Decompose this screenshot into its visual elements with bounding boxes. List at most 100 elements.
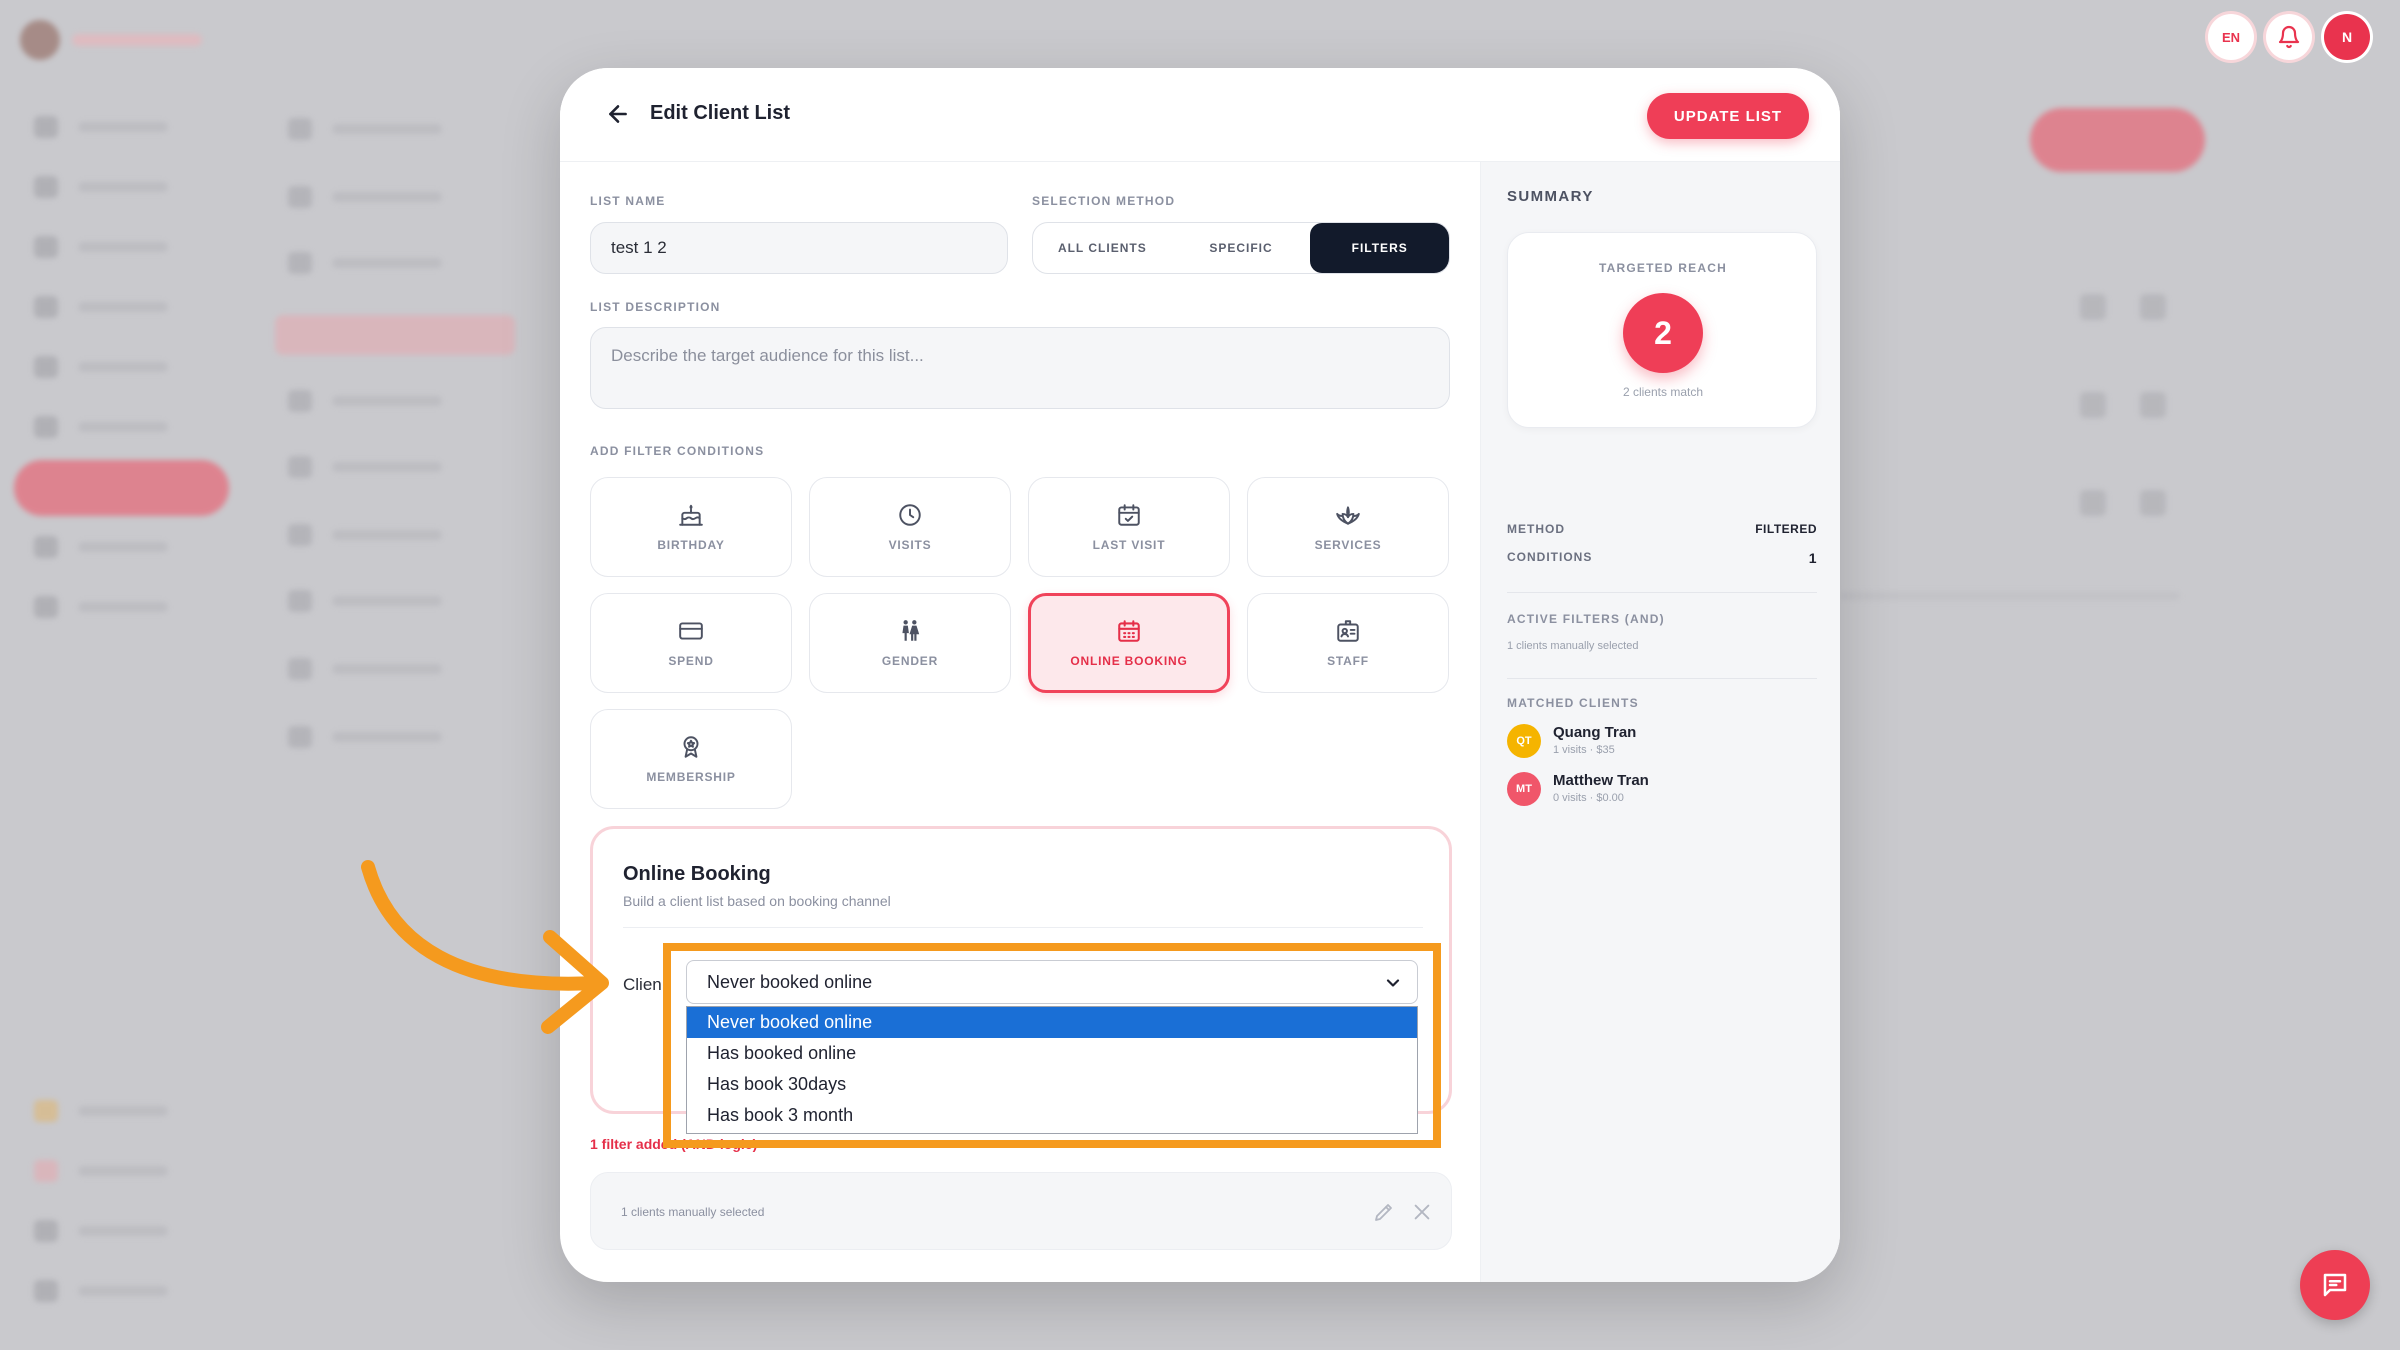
highlight-box: [663, 943, 1441, 1148]
filter-gender[interactable]: GENDER: [809, 593, 1011, 693]
filter-staff[interactable]: STAFF: [1247, 593, 1449, 693]
back-button[interactable]: [600, 96, 636, 132]
filter-birthday[interactable]: BIRTHDAY: [590, 477, 792, 577]
background-sub-item: [288, 252, 468, 274]
background-sub-item: [288, 590, 468, 612]
remove-selection-button[interactable]: [1407, 1197, 1437, 1227]
filter-label: ONLINE BOOKING: [1070, 654, 1188, 668]
targeted-reach-label: TARGETED REACH: [1599, 261, 1727, 275]
active-filters-label: ACTIVE FILTERS (AND): [1507, 612, 1665, 626]
summary-divider: [1507, 678, 1817, 679]
pencil-icon: [1375, 1204, 1392, 1221]
conditions-row: CONDITIONS 1: [1507, 550, 1817, 566]
background-active-nav: [14, 460, 229, 516]
edit-selection-button[interactable]: [1369, 1197, 1399, 1227]
background-nav-item: [34, 1160, 184, 1182]
matched-client-item[interactable]: QT Quang Tran 1 visits · $35: [1507, 724, 1807, 760]
method-filters[interactable]: FILTERS: [1310, 223, 1449, 273]
background-nav-item: [34, 1220, 184, 1242]
lotus-icon: [1336, 506, 1360, 525]
background-nav-item: [34, 296, 184, 318]
background-nav-item: [34, 416, 184, 438]
selection-method-toggle: ALL CLIENTS SPECIFIC FILTERS: [1032, 222, 1450, 274]
background-nav-item: [34, 1100, 184, 1122]
matched-client-item[interactable]: MT Matthew Tran 0 visits · $0.00: [1507, 772, 1807, 808]
background-row-actions: [2060, 294, 2180, 322]
background-sub-item: [288, 658, 468, 680]
conditions-value: 1: [1808, 550, 1817, 566]
list-name-label: LIST NAME: [590, 194, 666, 208]
background-active-sub-item: [275, 315, 515, 355]
filter-label: MEMBERSHIP: [646, 770, 736, 784]
method-label: METHOD: [1507, 522, 1565, 536]
list-name-input[interactable]: test 1 2: [590, 222, 1008, 274]
filter-label: STAFF: [1327, 654, 1369, 668]
card-subtitle: Build a client list based on booking cha…: [623, 893, 891, 909]
client-meta: 0 visits · $0.00: [1553, 792, 1624, 804]
client-name: Quang Tran: [1553, 724, 1637, 741]
bell-icon: [2278, 25, 2300, 49]
background-divider: [1840, 592, 2180, 600]
background-sub-item: [288, 726, 468, 748]
targeted-reach-count: 2: [1623, 293, 1703, 373]
language-label: EN: [2221, 29, 2241, 45]
background-sub-item: [288, 524, 468, 546]
background-sub-item: [288, 186, 468, 208]
client-name: Matthew Tran: [1553, 772, 1649, 789]
list-description-label: LIST DESCRIPTION: [590, 300, 721, 314]
clock-icon: [899, 504, 921, 526]
curved-arrow-icon: [361, 860, 609, 1034]
filter-label: GENDER: [881, 654, 939, 668]
background-sub-item: [288, 118, 468, 140]
client-avatar: QT: [1507, 724, 1541, 758]
notifications-button[interactable]: [2266, 14, 2312, 60]
targeted-reach-card: TARGETED REACH 2 2 clients match: [1507, 232, 1817, 428]
cake-icon: [679, 504, 703, 526]
user-avatar-button[interactable]: N: [2324, 14, 2370, 60]
method-all-clients[interactable]: ALL CLIENTS: [1033, 223, 1172, 273]
background-nav-item: [34, 176, 184, 198]
filter-last-visit[interactable]: LAST VISIT: [1028, 477, 1230, 577]
modal-title: Edit Client List: [650, 102, 790, 124]
filter-online-booking[interactable]: ONLINE BOOKING: [1028, 593, 1230, 693]
filter-label: BIRTHDAY: [657, 538, 725, 552]
filter-label: VISITS: [888, 538, 932, 552]
update-list-button[interactable]: UPDATE LIST: [1647, 93, 1809, 139]
background-logo: [20, 20, 210, 60]
background-nav-item: [34, 116, 184, 138]
background-sub-item: [288, 456, 468, 478]
filter-membership[interactable]: MEMBERSHIP: [590, 709, 792, 809]
background-nav-item: [34, 536, 184, 558]
staff-badge-icon: [1337, 620, 1359, 642]
method-value: FILTERED: [1755, 522, 1817, 536]
background-row-actions: [2060, 490, 2180, 518]
manual-selection-text: 1 clients manually selected: [621, 1205, 765, 1219]
filter-spend[interactable]: SPEND: [590, 593, 792, 693]
manual-selection-row: 1 clients manually selected: [590, 1172, 1452, 1250]
conditions-label: CONDITIONS: [1507, 550, 1593, 564]
filter-conditions-label: ADD FILTER CONDITIONS: [590, 444, 765, 458]
award-icon: [683, 736, 699, 758]
card-title: Online Booking: [623, 863, 771, 885]
chat-icon: [2323, 1273, 2347, 1297]
modal-header: Edit Client List UPDATE LIST: [560, 68, 1840, 162]
active-filters-note: 1 clients manually selected: [1507, 640, 1639, 652]
background-nav-item: [34, 1280, 184, 1302]
filter-label: SERVICES: [1314, 538, 1382, 552]
arrow-left-icon: [609, 105, 627, 123]
client-avatar: MT: [1507, 772, 1541, 806]
chat-button[interactable]: [2300, 1250, 2370, 1320]
list-description-input[interactable]: Describe the target audience for this li…: [590, 327, 1450, 409]
summary-panel: SUMMARY TARGETED REACH 2 2 clients match…: [1480, 162, 1840, 1282]
filter-services[interactable]: SERVICES: [1247, 477, 1449, 577]
selection-method-label: SELECTION METHOD: [1032, 194, 1176, 208]
calendar-grid-icon: [1118, 620, 1140, 642]
method-specific[interactable]: SPECIFIC: [1172, 223, 1311, 273]
background-nav-item: [34, 236, 184, 258]
background-row-actions: [2060, 392, 2180, 420]
filter-visits[interactable]: VISITS: [809, 477, 1011, 577]
filter-label: LAST VISIT: [1092, 538, 1166, 552]
background-add-button: [2030, 108, 2205, 172]
summary-title: SUMMARY: [1507, 188, 1594, 205]
language-button[interactable]: EN: [2208, 14, 2254, 60]
